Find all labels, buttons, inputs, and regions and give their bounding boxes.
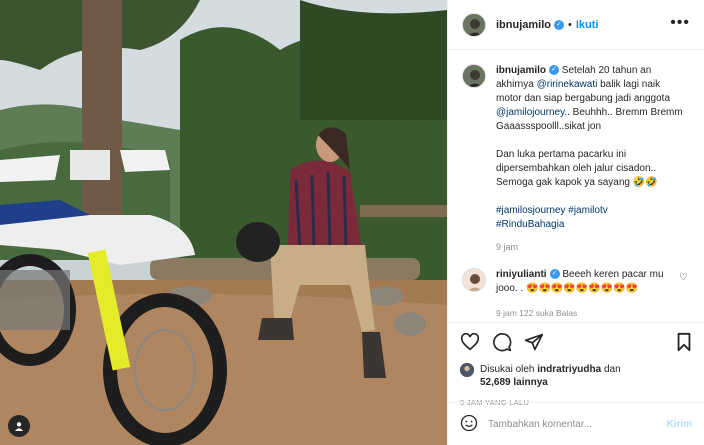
liker-avatar[interactable]: [460, 363, 474, 377]
caption-paragraph: Dan luka pertama pacarku ini dipersembah…: [496, 149, 658, 188]
comment-bubble-icon[interactable]: [492, 332, 512, 355]
author-avatar[interactable]: [462, 12, 486, 37]
caption-text: ibnujamilo ✓ Setelah 20 tahun an akhirnya…: [496, 64, 684, 254]
commenter-avatar[interactable]: [462, 268, 486, 292]
commenter-username[interactable]: riniyulianti: [496, 269, 547, 280]
more-options-icon[interactable]: •••: [670, 14, 690, 32]
hashtag-link[interactable]: #jamilosjourney #jamilotv: [496, 204, 684, 218]
caption-age[interactable]: 9 jam: [496, 240, 684, 254]
post-comment-button[interactable]: Kirim: [666, 419, 692, 430]
add-comment-bar: Kirim: [448, 402, 704, 445]
likes-joiner: dan: [603, 364, 621, 375]
author-username[interactable]: ibnujamilo: [496, 19, 551, 31]
like-heart-icon[interactable]: [460, 332, 480, 354]
caption: ibnujamilo ✓ Setelah 20 tahun an akhirnya…: [462, 64, 690, 254]
comments-section: ibnujamilo ✓ Setelah 20 tahun an akhirnya…: [448, 50, 704, 320]
mention-link[interactable]: @jamilojourney: [496, 107, 564, 118]
hashtag-link[interactable]: #RinduBahagia: [496, 218, 684, 232]
caption-username[interactable]: ibnujamilo: [496, 65, 546, 76]
likes-prefix: Disukai oleh: [480, 364, 535, 375]
post-side-panel: ibnujamilo ✓ • Ikuti ••• ibnujamilo ✓ Set…: [447, 0, 704, 445]
photo-illustration: [0, 0, 447, 445]
verified-badge-icon: ✓: [549, 269, 560, 280]
bookmark-icon[interactable]: [676, 332, 692, 355]
likes-count[interactable]: 52,689 lainnya: [480, 377, 548, 388]
follow-button[interactable]: Ikuti: [576, 19, 599, 31]
verified-badge-icon: ✓: [554, 19, 564, 30]
verified-badge-icon: ✓: [549, 65, 559, 76]
comment-meta[interactable]: 9 jam 122 suka Balas: [496, 306, 684, 320]
comment-like-heart-icon[interactable]: ♡: [679, 272, 688, 283]
comment-body: riniyulianti ✓ Beeeh keren pacar mu jooo.…: [496, 268, 684, 320]
post-actions: Disukai oleh indratriyudha dan 52,689 la…: [448, 322, 704, 407]
separator-dot: •: [568, 18, 572, 31]
post-header: ibnujamilo ✓ • Ikuti •••: [448, 0, 704, 50]
share-plane-icon[interactable]: [524, 332, 544, 355]
tagged-user-icon[interactable]: [8, 415, 30, 437]
liker-username[interactable]: indratriyudha: [537, 364, 601, 375]
comment-item: riniyulianti ✓ Beeeh keren pacar mu jooo.…: [462, 268, 690, 320]
post-photo[interactable]: [0, 0, 447, 445]
comment-input[interactable]: [488, 418, 667, 430]
likes-summary: Disukai oleh indratriyudha dan 52,689 la…: [460, 363, 692, 389]
caption-avatar[interactable]: [462, 64, 486, 88]
emoji-smiley-icon[interactable]: [460, 414, 478, 435]
mention-link[interactable]: @ririnekawati: [537, 79, 598, 90]
